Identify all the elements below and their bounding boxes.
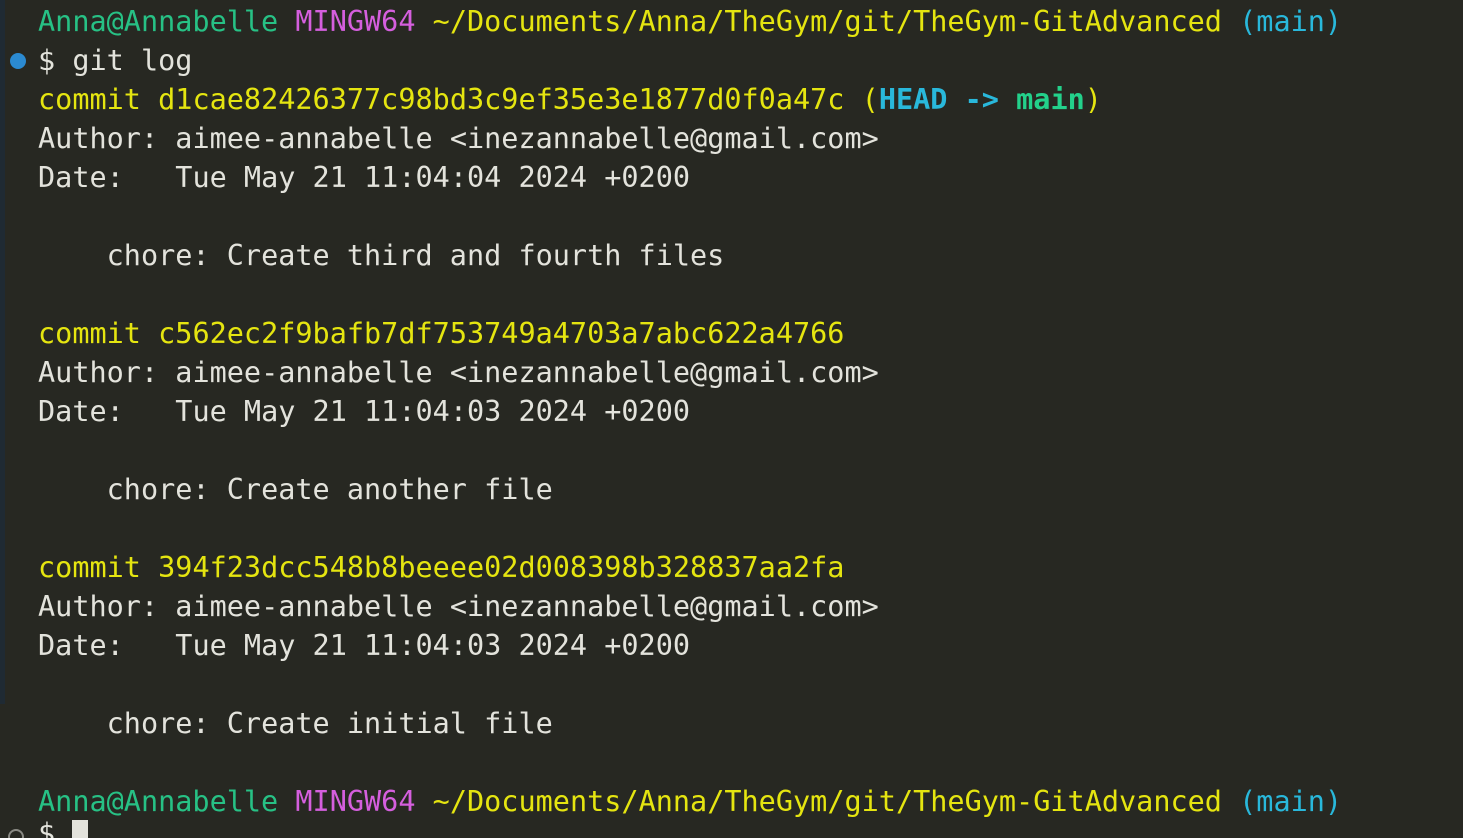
head-ref: HEAD — [878, 83, 948, 116]
prompt-user-host: Anna@Annabelle — [38, 5, 279, 38]
ref-branch: main — [1016, 83, 1085, 116]
prompt-branch: (main) — [1239, 5, 1343, 38]
command-success-marker-icon[interactable] — [10, 53, 26, 69]
ref-arrow: -> — [964, 83, 999, 116]
prompt-path: ~/Documents/Anna/TheGym/git/TheGym-GitAd… — [432, 785, 1222, 818]
commit-message: chore: Create third and fourth files — [38, 236, 725, 275]
text-cursor — [72, 820, 89, 838]
commit-label: commit — [38, 83, 141, 116]
command-gutter-bar — [0, 0, 5, 704]
command-pending-marker-icon[interactable] — [8, 829, 24, 838]
author-label: Author: — [38, 356, 159, 389]
commit-date: Date: Tue May 21 11:04:03 2024 +0200 — [38, 626, 690, 665]
author-value: aimee-annabelle <inezannabelle@gmail.com… — [175, 122, 879, 155]
commit-message-text: chore: Create another file — [106, 473, 553, 506]
commit-hash: d1cae82426377c98bd3c9ef35e3e1877d0f0a47c — [158, 83, 845, 116]
commit-message-text: chore: Create initial file — [106, 707, 553, 740]
ref-open-paren: ( — [861, 83, 879, 116]
prompt-path: ~/Documents/Anna/TheGym/git/TheGym-GitAd… — [432, 5, 1222, 38]
command-line: $ git log — [38, 41, 192, 80]
commit-message: chore: Create initial file — [38, 704, 553, 743]
commit-header: commit c562ec2f9bafb7df753749a4703a7abc6… — [38, 314, 844, 353]
commit-message: chore: Create another file — [38, 470, 553, 509]
author-label: Author: — [38, 122, 159, 155]
date-label: Date: — [38, 161, 124, 194]
ref-close-paren: ) — [1084, 83, 1102, 116]
date-value: Tue May 21 11:04:03 2024 +0200 — [175, 629, 691, 662]
date-label: Date: — [38, 395, 124, 428]
prompt-system: MINGW64 — [295, 5, 416, 38]
prompt-symbol: $ — [38, 44, 56, 77]
commit-hash: 394f23dcc548b8beeee02d008398b328837aa2fa — [158, 551, 845, 584]
commit-date: Date: Tue May 21 11:04:04 2024 +0200 — [38, 158, 690, 197]
commit-date: Date: Tue May 21 11:04:03 2024 +0200 — [38, 392, 690, 431]
commit-hash: c562ec2f9bafb7df753749a4703a7abc622a4766 — [158, 317, 845, 350]
commit-author: Author: aimee-annabelle <inezannabelle@g… — [38, 353, 879, 392]
date-label: Date: — [38, 629, 124, 662]
terminal-window[interactable]: Anna@Annabelle MINGW64 ~/Documents/Anna/… — [0, 0, 1463, 838]
commit-author: Author: aimee-annabelle <inezannabelle@g… — [38, 119, 879, 158]
commit-author: Author: aimee-annabelle <inezannabelle@g… — [38, 587, 879, 626]
author-value: aimee-annabelle <inezannabelle@gmail.com… — [175, 590, 879, 623]
commit-label: commit — [38, 551, 141, 584]
commit-message-text: chore: Create third and fourth files — [106, 239, 725, 272]
date-value: Tue May 21 11:04:04 2024 +0200 — [175, 161, 691, 194]
date-value: Tue May 21 11:04:03 2024 +0200 — [175, 395, 691, 428]
prompt-line: Anna@Annabelle MINGW64 ~/Documents/Anna/… — [38, 2, 1342, 41]
prompt-line: Anna@Annabelle MINGW64 ~/Documents/Anna/… — [38, 782, 1342, 821]
prompt-branch: (main) — [1239, 785, 1343, 818]
author-label: Author: — [38, 590, 159, 623]
commit-header: commit 394f23dcc548b8beeee02d008398b3288… — [38, 548, 844, 587]
prompt-system: MINGW64 — [295, 785, 416, 818]
input-line[interactable]: $ — [38, 814, 89, 838]
command-text: git log — [72, 44, 193, 77]
commit-label: commit — [38, 317, 141, 350]
prompt-symbol: $ — [38, 817, 56, 838]
commit-header: commit d1cae82426377c98bd3c9ef35e3e1877d… — [38, 80, 1102, 119]
author-value: aimee-annabelle <inezannabelle@gmail.com… — [175, 356, 879, 389]
